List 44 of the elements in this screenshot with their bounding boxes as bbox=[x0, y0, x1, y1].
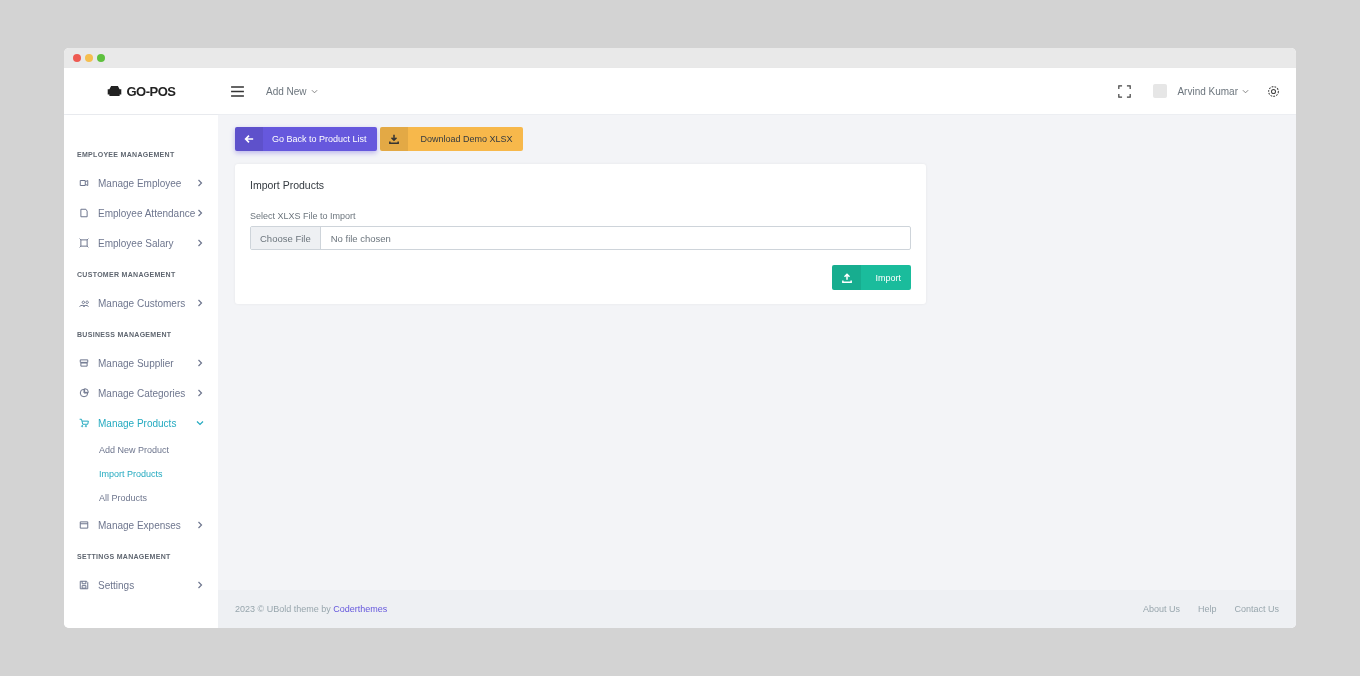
menu-icon[interactable] bbox=[231, 85, 244, 97]
back-button[interactable]: Go Back to Product List bbox=[235, 127, 377, 151]
file-input-field[interactable]: Choose File No file chosen bbox=[250, 226, 911, 250]
choose-file-button[interactable]: Choose File bbox=[251, 227, 321, 249]
sidebar-item[interactable]: Manage Employee bbox=[64, 168, 218, 198]
maximize-window-dot[interactable] bbox=[97, 54, 105, 62]
add-new-dropdown[interactable]: Add New bbox=[266, 83, 318, 99]
caret-icon bbox=[310, 88, 318, 94]
menu-item-icon bbox=[79, 208, 89, 218]
menu-item-icon bbox=[79, 388, 89, 398]
submenu-item[interactable]: Import Products bbox=[64, 462, 218, 486]
user-menu[interactable]: Arvind Kumar bbox=[1177, 83, 1249, 99]
submenu-item[interactable]: Add New Product bbox=[64, 438, 218, 462]
menu-item-icon bbox=[79, 178, 89, 188]
file-status-text: No file chosen bbox=[329, 231, 391, 246]
sidebar-item[interactable]: Manage Expenses bbox=[64, 510, 218, 540]
submenu-item[interactable]: All Products bbox=[64, 486, 218, 510]
field-label: Select XLXS File to Import bbox=[250, 211, 357, 221]
fullscreen-icon[interactable] bbox=[1118, 84, 1132, 98]
settings-icon[interactable] bbox=[1267, 84, 1280, 98]
sidebar-item[interactable]: Manage Customers bbox=[64, 288, 218, 318]
brand-logo[interactable]: GO-POS bbox=[126, 83, 176, 99]
download-icon bbox=[388, 134, 399, 144]
menu-item-icon bbox=[79, 238, 89, 248]
menu-item-icon bbox=[79, 298, 89, 308]
download-button[interactable]: Download Demo XLSX bbox=[379, 127, 523, 151]
sidebar-item[interactable]: Settings bbox=[64, 570, 218, 600]
card-title: Import Products bbox=[250, 179, 326, 191]
menu-item-icon bbox=[79, 520, 89, 530]
footer-link[interactable]: Coderthemes bbox=[333, 604, 388, 614]
sidebar-item[interactable]: Manage Categories bbox=[64, 378, 218, 408]
caret-icon bbox=[1242, 88, 1249, 94]
sidebar-item[interactable]: Employee Salary bbox=[64, 228, 218, 258]
menu-item-icon bbox=[79, 418, 89, 428]
sidebar-item[interactable]: Manage Products bbox=[64, 408, 218, 438]
close-window-dot[interactable] bbox=[73, 54, 81, 62]
minimize-window-dot[interactable] bbox=[85, 54, 93, 62]
sidebar-item[interactable]: Employee Attendance bbox=[64, 198, 218, 228]
menu-item-icon bbox=[79, 358, 89, 368]
footer-copyright: 2023 © UBold theme by Coderthemes bbox=[235, 604, 388, 614]
arrow-left-icon bbox=[244, 134, 254, 144]
sidebar-item[interactable]: Manage Supplier bbox=[64, 348, 218, 378]
menu-item-icon bbox=[79, 580, 89, 590]
upload-icon bbox=[842, 272, 852, 283]
